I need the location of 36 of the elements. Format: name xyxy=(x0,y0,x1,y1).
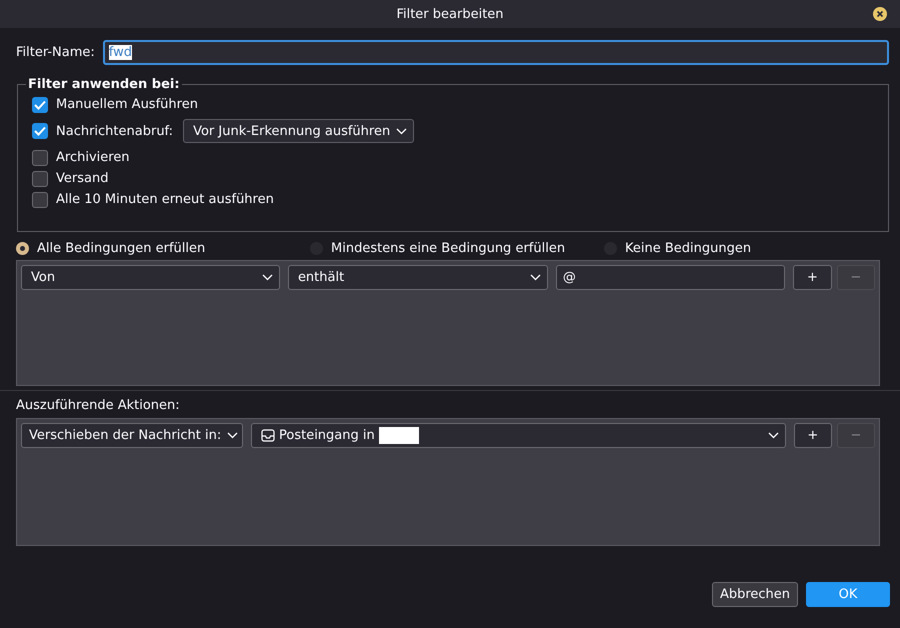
checkbox[interactable] xyxy=(32,96,48,112)
chevron-down-icon xyxy=(530,274,541,280)
section-label: Auszuführende Aktionen: xyxy=(16,398,181,414)
cancel-button[interactable]: Abbrechen xyxy=(712,582,798,607)
checkbox[interactable] xyxy=(32,123,48,139)
chevron-down-icon xyxy=(227,432,238,438)
field-dropdown[interactable]: Von xyxy=(21,264,280,290)
radio-label: Mindestens eine Bedingung erfüllen xyxy=(331,240,566,256)
checkbox-label: Manuellem Ausführen xyxy=(56,97,198,112)
chevron-down-icon xyxy=(768,432,779,438)
checkbox-label: Versand xyxy=(56,171,108,186)
radio-label: Alle Bedingungen erfüllen xyxy=(37,240,206,256)
inbox-tray-icon xyxy=(261,428,275,442)
value-input-field[interactable]: @ xyxy=(556,264,786,290)
checkbox[interactable] xyxy=(32,150,48,166)
operator-dropdown[interactable]: enthält xyxy=(288,264,548,290)
checkbox[interactable] xyxy=(32,192,48,208)
action-dropdown[interactable]: Verschieben der Nachricht in: xyxy=(21,422,243,448)
checkbox-label: Archivieren xyxy=(56,150,130,165)
timing-dropdown[interactable]: Vor Junk-Erkennung ausführen xyxy=(183,119,414,143)
field-label: Filter-Name: xyxy=(16,44,95,60)
checkbox-label: Alle 10 Minuten erneut ausführen xyxy=(56,192,274,207)
redaction-block xyxy=(378,426,419,444)
chevron-down-icon xyxy=(262,274,273,280)
radio-label: Keine Bedingungen xyxy=(625,240,752,256)
group-heading: Filter anwenden bei: xyxy=(27,77,181,92)
remove-button[interactable]: + xyxy=(793,264,832,290)
checkbox-label: Nachrichtenabruf: xyxy=(56,124,174,138)
folder-dropdown[interactable]: Posteingang in xyxy=(251,422,786,448)
chevron-down-icon xyxy=(396,128,408,134)
window-title: Filter bearbeiten xyxy=(396,6,504,22)
checkbox[interactable] xyxy=(32,170,48,186)
radio-button[interactable] xyxy=(16,242,29,254)
close-icon[interactable] xyxy=(873,7,887,21)
remove-button[interactable]: + xyxy=(794,422,832,448)
filter-name-input-field[interactable]: fwd xyxy=(102,40,889,64)
